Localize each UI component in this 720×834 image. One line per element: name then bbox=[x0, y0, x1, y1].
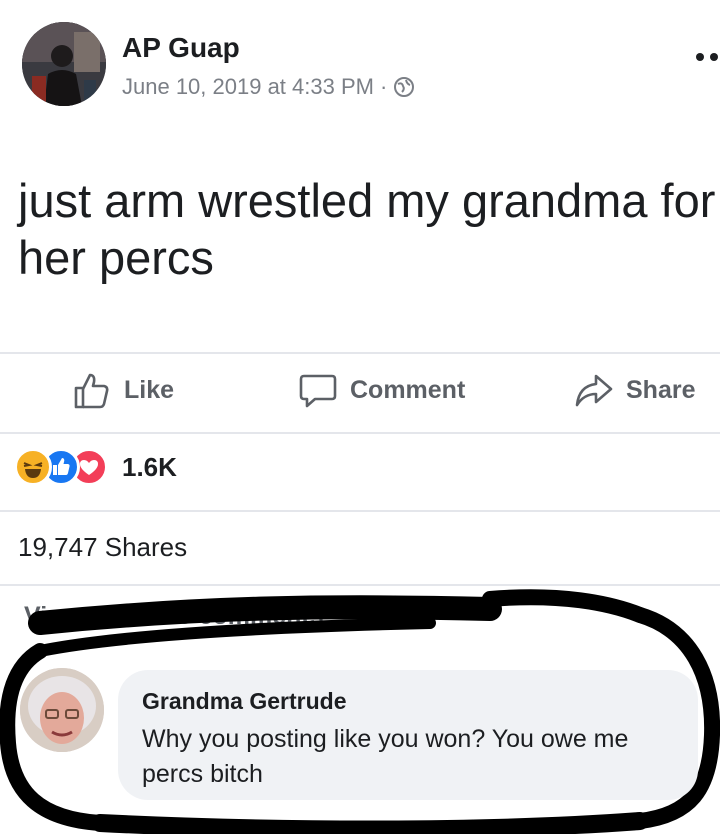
share-icon bbox=[575, 374, 613, 407]
comment-bubble: Grandma Gertrude Why you posting like yo… bbox=[118, 670, 698, 800]
meta-separator: · bbox=[379, 74, 388, 99]
share-label: Share bbox=[626, 375, 696, 404]
commenter-avatar-image bbox=[20, 668, 104, 752]
divider-actions bbox=[0, 432, 720, 434]
globe-icon bbox=[393, 76, 415, 98]
post-author-name[interactable]: AP Guap bbox=[122, 32, 240, 64]
haha-icon bbox=[14, 448, 52, 486]
comment-label: Comment bbox=[350, 375, 466, 404]
post-meta: June 10, 2019 at 4:33 PM · bbox=[122, 74, 415, 100]
like-button[interactable]: Like bbox=[72, 370, 174, 410]
author-avatar[interactable] bbox=[22, 22, 106, 106]
shares-count[interactable]: 19,747 Shares bbox=[18, 532, 187, 563]
divider-top bbox=[0, 352, 720, 354]
commenter-avatar[interactable] bbox=[20, 668, 104, 752]
divider-reactions bbox=[0, 510, 720, 512]
comment-author[interactable]: Grandma Gertrude bbox=[142, 688, 347, 715]
comment-text: Why you posting like you won? You owe me… bbox=[142, 725, 629, 788]
thumbs-up-icon bbox=[74, 373, 109, 409]
reactions-summary[interactable]: 1.6K bbox=[14, 448, 177, 486]
author-avatar-image bbox=[22, 22, 106, 106]
reaction-count: 1.6K bbox=[122, 451, 177, 482]
comment-button[interactable]: Comment bbox=[298, 370, 465, 410]
share-button[interactable]: Share bbox=[574, 370, 695, 410]
post-text: just arm wrestled my grandma for her per… bbox=[18, 174, 716, 284]
comment-icon bbox=[299, 374, 337, 408]
like-label: Like bbox=[124, 375, 175, 404]
more-options-icon[interactable] bbox=[694, 50, 720, 62]
post-timestamp[interactable]: June 10, 2019 at 4:33 PM bbox=[122, 74, 374, 100]
